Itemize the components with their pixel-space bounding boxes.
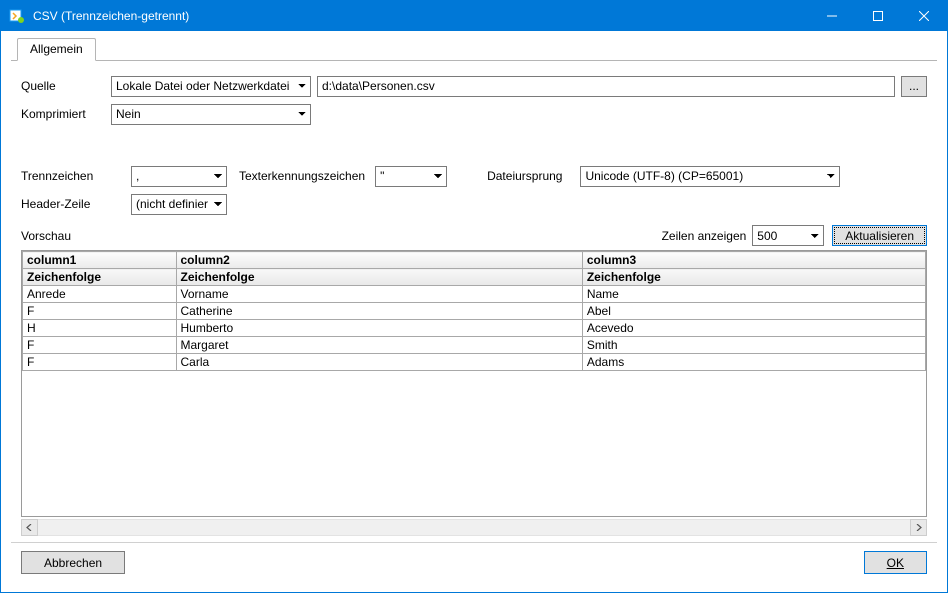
- source-label: Quelle: [21, 79, 111, 93]
- minimize-button[interactable]: [809, 1, 855, 31]
- table-row[interactable]: FCatherineAbel: [23, 303, 926, 320]
- rows-to-show-select[interactable]: 500: [752, 225, 824, 246]
- type-cell: Zeichenfolge: [176, 269, 582, 286]
- table-cell: Margaret: [176, 337, 582, 354]
- titlebar: CSV (Trennzeichen-getrennt): [1, 1, 947, 31]
- preview-toolbar: Vorschau Zeilen anzeigen 500 Aktualisier…: [11, 225, 937, 250]
- scroll-track[interactable]: [38, 519, 910, 536]
- table-row[interactable]: FCarlaAdams: [23, 354, 926, 371]
- scroll-left-icon[interactable]: [21, 519, 38, 536]
- dialog-window: CSV (Trennzeichen-getrennt) Allgemein Qu…: [0, 0, 948, 593]
- close-button[interactable]: [901, 1, 947, 31]
- table-cell: Smith: [582, 337, 925, 354]
- tab-general[interactable]: Allgemein: [17, 38, 96, 61]
- header-row-select[interactable]: (nicht definiert): [131, 194, 227, 215]
- table-cell: Vorname: [176, 286, 582, 303]
- delimiter-select[interactable]: ,: [131, 166, 227, 187]
- column-header[interactable]: column1: [23, 252, 177, 269]
- table-cell: Carla: [176, 354, 582, 371]
- type-cell: Zeichenfolge: [23, 269, 177, 286]
- file-origin-label: Dateiursprung: [487, 169, 562, 183]
- table-cell: Acevedo: [582, 320, 925, 337]
- compressed-label: Komprimiert: [21, 107, 111, 121]
- table-cell: Adams: [582, 354, 925, 371]
- column-header[interactable]: column3: [582, 252, 925, 269]
- ok-button[interactable]: OK: [864, 551, 927, 574]
- dialog-footer: Abbrechen OK: [11, 542, 937, 582]
- table-cell: Name: [582, 286, 925, 303]
- cancel-button[interactable]: Abbrechen: [21, 551, 125, 574]
- preview-label: Vorschau: [21, 229, 71, 243]
- horizontal-scrollbar[interactable]: [21, 519, 927, 536]
- scroll-right-icon[interactable]: [910, 519, 927, 536]
- table-cell: Abel: [582, 303, 925, 320]
- table-cell: F: [23, 303, 177, 320]
- delimiter-label: Trennzeichen: [21, 169, 131, 183]
- app-icon: [9, 8, 25, 24]
- preview-table: column1 column2 column3 ZeichenfolgeZeic…: [22, 251, 926, 371]
- table-cell: Anrede: [23, 286, 177, 303]
- parse-section: Trennzeichen , Texterkennungszeichen " D…: [11, 165, 937, 225]
- table-cell: Catherine: [176, 303, 582, 320]
- text-qualifier-label: Texterkennungszeichen: [239, 169, 365, 183]
- table-row[interactable]: FMargaretSmith: [23, 337, 926, 354]
- table-row[interactable]: HHumbertoAcevedo: [23, 320, 926, 337]
- table-cell: F: [23, 337, 177, 354]
- source-section: Quelle Lokale Datei oder Netzwerkdatei .…: [11, 61, 937, 137]
- rows-to-show-label: Zeilen anzeigen: [662, 229, 747, 243]
- window-title: CSV (Trennzeichen-getrennt): [33, 9, 809, 23]
- file-origin-select[interactable]: Unicode (UTF-8) (CP=65001): [580, 166, 840, 187]
- tabstrip: Allgemein: [11, 37, 937, 61]
- table-cell: F: [23, 354, 177, 371]
- table-cell: Humberto: [176, 320, 582, 337]
- browse-button[interactable]: ...: [901, 76, 927, 97]
- window-controls: [809, 1, 947, 31]
- table-cell: H: [23, 320, 177, 337]
- preview-table-container[interactable]: column1 column2 column3 ZeichenfolgeZeic…: [21, 250, 927, 517]
- client-area: Allgemein Quelle Lokale Datei oder Netzw…: [1, 31, 947, 592]
- table-row[interactable]: AnredeVornameName: [23, 286, 926, 303]
- text-qualifier-select[interactable]: ": [375, 166, 447, 187]
- table-type-row: ZeichenfolgeZeichenfolgeZeichenfolge: [23, 269, 926, 286]
- column-header[interactable]: column2: [176, 252, 582, 269]
- source-type-select[interactable]: Lokale Datei oder Netzwerkdatei: [111, 76, 311, 97]
- type-cell: Zeichenfolge: [582, 269, 925, 286]
- compressed-select[interactable]: Nein: [111, 104, 311, 125]
- maximize-button[interactable]: [855, 1, 901, 31]
- header-row-label: Header-Zeile: [21, 197, 131, 211]
- source-path-input[interactable]: [317, 76, 895, 97]
- table-header-row: column1 column2 column3: [23, 252, 926, 269]
- refresh-button[interactable]: Aktualisieren: [832, 225, 927, 246]
